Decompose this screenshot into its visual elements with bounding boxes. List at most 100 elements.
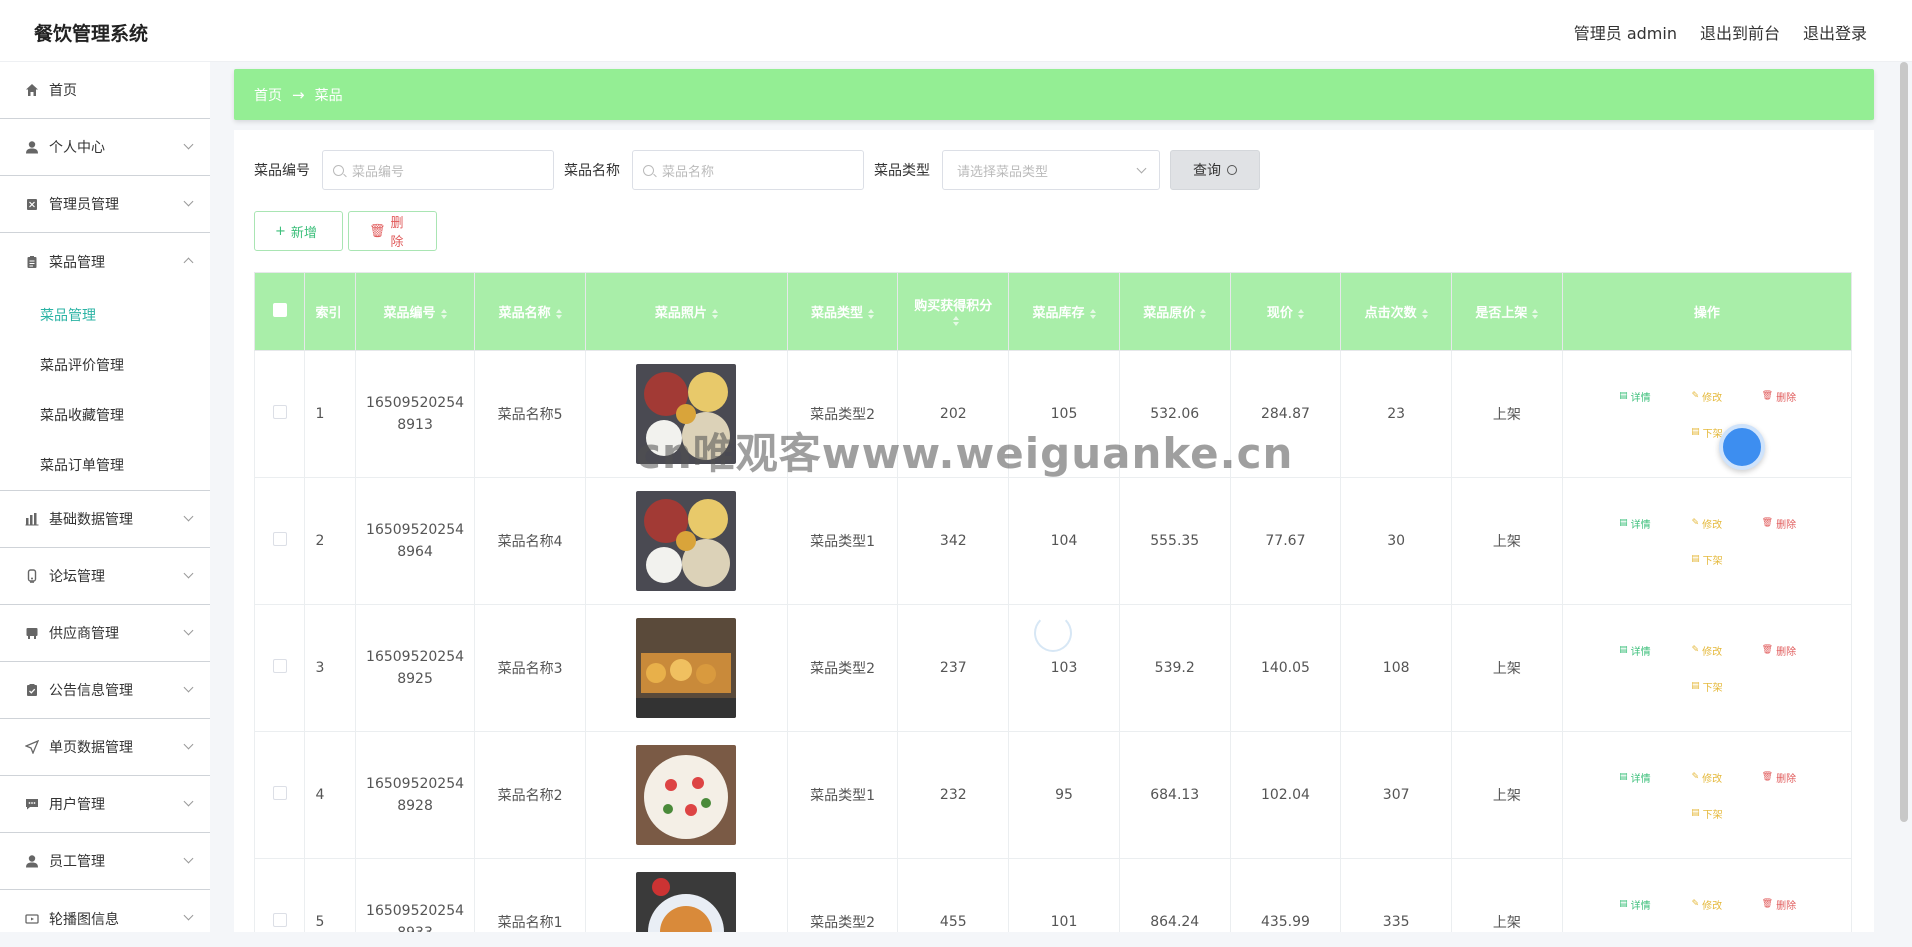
sort-icon [1297,308,1304,319]
submenu-dish-order[interactable]: 菜品订单管理 [0,440,210,490]
remove-button[interactable]: 🗑 删除 [1748,509,1810,537]
chevron-down-icon [1136,163,1147,174]
sidebar-item-label: 供应商管理 [49,626,119,642]
detail-button[interactable]: ▤ 详情 [1604,636,1666,664]
row-checkbox[interactable] [272,532,287,546]
dish-code-input[interactable]: 菜品编号 [322,150,554,190]
take-down-button[interactable]: ▤下架 [1676,545,1738,573]
sidebar-item-label: 公告信息管理 [49,683,133,699]
page-scrollbar[interactable] [1900,62,1908,822]
sidebar-item-staff[interactable]: 员工管理 [0,833,210,890]
cell-dish-name: 菜品名称4 [474,477,586,605]
chevron-down-icon [183,853,194,864]
cell-dish-name: 菜品名称2 [474,731,586,859]
sort-icon [868,308,875,319]
row-select-cell [254,731,306,859]
cell-index: 2 [304,477,356,605]
sidebar-item-label: 员工管理 [49,854,105,870]
row-checkbox[interactable] [272,786,287,800]
edit-button[interactable]: ✎ 修改 [1676,509,1738,537]
header-dish-photo[interactable]: 菜品照片 [584,272,788,351]
cell-dish-photo [584,858,788,932]
dish-table: 索引 菜品编号 菜品名称 菜品照片 菜品类型 购买获得积分 菜品库存 菜品原价 … [254,272,1852,932]
remove-button[interactable]: 🗑 删除 [1748,763,1810,791]
edit-button[interactable]: ✎ 修改 [1676,636,1738,664]
header-current-price[interactable]: 现价 [1229,272,1342,351]
sidebar-item-forum[interactable]: 论坛管理 [0,548,210,605]
document-icon: ▤ [1619,391,1628,401]
add-button-label: 新增 [290,225,317,241]
delete-button[interactable]: 🗑 删除 [348,211,437,251]
dish-photo-image[interactable] [586,491,787,591]
back-to-front-link[interactable]: 退出到前台 [1700,20,1780,44]
take-down-button[interactable]: ▤下架 [1676,672,1738,700]
sidebar-item-home[interactable]: 首页 [0,62,210,119]
user-icon [24,139,40,155]
cell-index: 5 [304,858,356,932]
submenu-dish-favorite[interactable]: 菜品收藏管理 [0,390,210,440]
dish-photo-image[interactable] [586,872,787,932]
cell-dish-type: 菜品类型2 [786,604,899,732]
add-button[interactable]: + 新增 [254,211,343,251]
header-original-price[interactable]: 菜品原价 [1118,272,1231,351]
dish-code-label: 菜品编号 [254,163,310,179]
cell-original-price: 684.13 [1118,731,1231,859]
sidebar-item-single-page[interactable]: 单页数据管理 [0,719,210,776]
submenu-dish-review[interactable]: 菜品评价管理 [0,340,210,390]
header-dish-type[interactable]: 菜品类型 [786,272,899,351]
edit-button[interactable]: ✎ 修改 [1676,763,1738,791]
sidebar-item-base-data[interactable]: 基础数据管理 [0,491,210,548]
cell-dish-type: 菜品类型2 [786,350,899,478]
take-down-button[interactable]: ▤下架 [1676,926,1738,932]
header-on-sale[interactable]: 是否上架 [1451,272,1563,351]
query-button[interactable]: 查询 [1170,150,1260,190]
detail-button[interactable]: ▤ 详情 [1604,890,1666,918]
row-checkbox[interactable] [272,913,287,927]
sidebar-item-admin[interactable]: 管理员管理 [0,176,210,233]
floating-action-button[interactable] [1719,424,1765,470]
pencil-icon: ✎ [1691,391,1700,401]
header-dish-code[interactable]: 菜品编号 [354,272,476,351]
logout-link[interactable]: 退出登录 [1803,20,1867,44]
submenu-dish-management[interactable]: 菜品管理 [0,290,210,340]
header-clicks[interactable]: 点击次数 [1340,272,1453,351]
sidebar-item-notice[interactable]: 公告信息管理 [0,662,210,719]
sidebar-item-users[interactable]: 用户管理 [0,776,210,833]
select-all-checkbox[interactable] [272,302,287,317]
query-button-label: 查询 [1193,163,1221,179]
loading-spinner-icon [1034,614,1072,652]
remove-button[interactable]: 🗑 删除 [1748,382,1810,410]
detail-button[interactable]: ▤ 详情 [1604,509,1666,537]
dish-photo-image[interactable] [586,364,787,464]
header-stock[interactable]: 菜品库存 [1008,272,1120,351]
row-checkbox[interactable] [272,659,287,673]
sidebar-item-profile[interactable]: 个人中心 [0,119,210,176]
sidebar-item-carousel[interactable]: 轮播图信息 [0,890,210,947]
detail-button[interactable]: ▤ 详情 [1604,763,1666,791]
table-row: 1 16509520254 8913 菜品名称5 菜品类型2 202 105 532.06 28… [254,350,1852,478]
sidebar-item-dish-management[interactable]: 菜品管理 [0,233,210,290]
sidebar-item-supplier[interactable]: 供应商管理 [0,605,210,662]
row-select-cell [254,858,306,932]
edit-button[interactable]: ✎ 修改 [1676,890,1738,918]
remove-button[interactable]: 🗑 删除 [1748,890,1810,918]
header-points[interactable]: 购买获得积分 [897,272,1010,351]
cell-index: 4 [304,731,356,859]
dish-photo-image[interactable] [586,618,787,718]
dish-photo-image[interactable] [586,745,787,845]
chevron-down-icon [183,910,194,921]
header-dish-name[interactable]: 菜品名称 [474,272,586,351]
detail-button[interactable]: ▤ 详情 [1604,382,1666,410]
cell-dish-photo [584,477,788,605]
dish-name-input[interactable]: 菜品名称 [632,150,864,190]
edit-button[interactable]: ✎ 修改 [1676,382,1738,410]
cell-clicks: 23 [1340,350,1453,478]
cell-current-price: 284.87 [1229,350,1342,478]
remove-button[interactable]: 🗑 删除 [1748,636,1810,664]
cell-operations: ▤详情✎修改🗑删除▤下架 [1561,350,1852,478]
take-down-button[interactable]: ▤下架 [1676,799,1738,827]
cell-dish-code: 16509520254 8925 [354,604,476,732]
row-checkbox[interactable] [272,405,287,419]
breadcrumb-home[interactable]: 首页 [254,85,282,105]
dish-type-select[interactable]: 请选择菜品类型 [942,150,1160,190]
